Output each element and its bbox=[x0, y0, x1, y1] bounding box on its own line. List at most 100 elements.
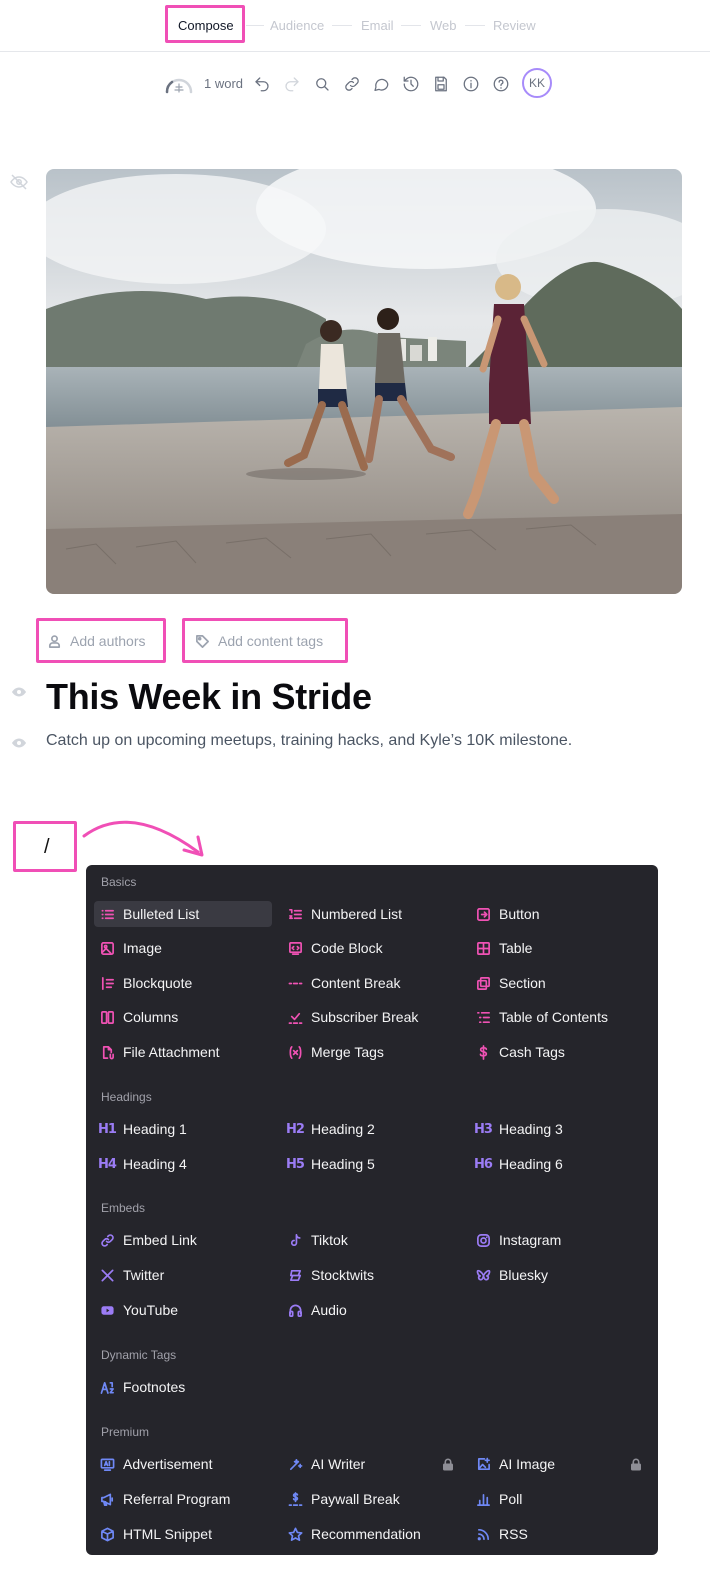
menu-item-file-attachment[interactable]: File Attachment bbox=[94, 1039, 220, 1065]
heading-3-icon: H3 bbox=[474, 1121, 493, 1137]
ai-image-icon bbox=[475, 1456, 491, 1472]
advertisement-icon bbox=[99, 1456, 115, 1472]
search-icon[interactable] bbox=[312, 74, 332, 94]
redo-icon[interactable] bbox=[282, 74, 302, 94]
menu-item-stocktwits[interactable]: Stocktwits bbox=[282, 1262, 374, 1288]
title-visibility-eye-icon[interactable] bbox=[11, 685, 27, 697]
menu-item-tiktok[interactable]: Tiktok bbox=[282, 1227, 348, 1253]
section-dynamic-tags: Dynamic Tags bbox=[101, 1348, 177, 1362]
poll-chart-icon bbox=[475, 1491, 491, 1507]
ai-writer-icon bbox=[287, 1456, 303, 1472]
menu-item-table[interactable]: Table bbox=[470, 935, 532, 961]
save-icon[interactable] bbox=[431, 74, 451, 94]
menu-item-subscriber-break[interactable]: Subscriber Break bbox=[282, 1004, 418, 1030]
megaphone-icon bbox=[99, 1491, 115, 1507]
youtube-icon bbox=[99, 1302, 115, 1318]
menu-item-heading-1[interactable]: H1 Heading 1 bbox=[94, 1116, 187, 1142]
link-icon bbox=[99, 1232, 115, 1248]
undo-icon[interactable] bbox=[252, 74, 272, 94]
footnotes-icon bbox=[99, 1379, 115, 1395]
menu-item-recommendation[interactable]: Recommendation bbox=[282, 1521, 421, 1547]
menu-item-twitter[interactable]: Twitter bbox=[94, 1262, 164, 1288]
heading-2-icon: H2 bbox=[286, 1121, 305, 1137]
menu-item-footnotes[interactable]: Footnotes bbox=[94, 1374, 185, 1400]
menu-item-rss[interactable]: RSS bbox=[470, 1521, 528, 1547]
button-icon bbox=[475, 906, 491, 922]
step-compose[interactable]: Compose bbox=[178, 18, 234, 33]
menu-item-numbered-list[interactable]: Numbered List bbox=[282, 901, 402, 927]
menu-item-referral-program[interactable]: Referral Program bbox=[94, 1486, 230, 1512]
help-icon[interactable] bbox=[491, 74, 511, 94]
rss-icon bbox=[475, 1526, 491, 1542]
step-divider bbox=[465, 25, 485, 26]
tag-icon bbox=[194, 633, 210, 649]
menu-item-audio[interactable]: Audio bbox=[282, 1297, 347, 1323]
link-icon[interactable] bbox=[342, 74, 362, 94]
menu-item-content-break[interactable]: Content Break bbox=[282, 970, 401, 996]
step-navigation: Compose Audience Email Web Review bbox=[0, 0, 710, 52]
subscriber-break-icon bbox=[287, 1009, 303, 1025]
menu-item-heading-3[interactable]: H3 Heading 3 bbox=[470, 1116, 563, 1142]
menu-item-heading-4[interactable]: H4 Heading 4 bbox=[94, 1151, 187, 1177]
menu-item-columns[interactable]: Columns bbox=[94, 1004, 178, 1030]
menu-item-code-block[interactable]: Code Block bbox=[282, 935, 383, 961]
menu-item-bulleted-list[interactable]: Bulleted List bbox=[94, 901, 272, 927]
headphones-icon bbox=[287, 1302, 303, 1318]
menu-item-heading-6[interactable]: H6 Heading 6 bbox=[470, 1151, 563, 1177]
image-icon bbox=[99, 940, 115, 956]
blockquote-icon bbox=[99, 975, 115, 991]
menu-item-html-snippet[interactable]: HTML Snippet bbox=[94, 1521, 212, 1547]
menu-item-embed-link[interactable]: Embed Link bbox=[94, 1227, 197, 1253]
menu-item-table-of-contents[interactable]: Table of Contents bbox=[470, 1004, 608, 1030]
step-email[interactable]: Email bbox=[361, 18, 394, 33]
section-icon bbox=[475, 975, 491, 991]
menu-item-poll[interactable]: Poll bbox=[470, 1486, 522, 1512]
step-divider bbox=[246, 25, 264, 26]
subtitle-visibility-eye-icon[interactable] bbox=[11, 736, 27, 748]
annotation-arrow-icon bbox=[82, 820, 204, 857]
avatar[interactable]: KK bbox=[522, 68, 552, 98]
menu-item-ai-image[interactable]: AI Image bbox=[470, 1451, 555, 1477]
menu-item-bluesky[interactable]: Bluesky bbox=[470, 1262, 548, 1288]
history-icon[interactable] bbox=[401, 74, 421, 94]
butterfly-icon bbox=[475, 1267, 491, 1283]
word-count-gauge-icon[interactable] bbox=[163, 70, 195, 98]
menu-item-ai-writer[interactable]: AI Writer bbox=[282, 1451, 365, 1477]
post-subtitle[interactable]: Catch up on upcoming meetups, training h… bbox=[46, 732, 572, 750]
menu-item-blockquote[interactable]: Blockquote bbox=[94, 970, 192, 996]
section-premium: Premium bbox=[101, 1425, 150, 1439]
table-of-contents-icon bbox=[475, 1009, 491, 1025]
menu-item-cash-tags[interactable]: Cash Tags bbox=[470, 1039, 565, 1065]
add-content-tags-button[interactable]: Add content tags bbox=[194, 622, 323, 660]
columns-icon bbox=[99, 1009, 115, 1025]
cube-icon bbox=[99, 1526, 115, 1542]
editor-toolbar: 1 word KK bbox=[0, 68, 710, 100]
slash-command-input[interactable]: / bbox=[44, 836, 50, 859]
menu-item-youtube[interactable]: YouTube bbox=[94, 1297, 178, 1323]
step-divider bbox=[401, 25, 421, 26]
star-icon bbox=[287, 1526, 303, 1542]
menu-item-paywall-break[interactable]: Paywall Break bbox=[282, 1486, 400, 1512]
menu-item-button[interactable]: Button bbox=[470, 901, 539, 927]
heading-6-icon: H6 bbox=[474, 1156, 493, 1172]
word-count: 1 word bbox=[204, 76, 244, 91]
menu-item-instagram[interactable]: Instagram bbox=[470, 1227, 561, 1253]
menu-item-section[interactable]: Section bbox=[470, 970, 546, 996]
menu-item-merge-tags[interactable]: Merge Tags bbox=[282, 1039, 384, 1065]
comment-icon[interactable] bbox=[371, 74, 391, 94]
hero-image[interactable] bbox=[46, 169, 682, 594]
add-authors-button[interactable]: Add authors bbox=[46, 622, 146, 660]
x-twitter-icon bbox=[99, 1267, 115, 1283]
step-web[interactable]: Web bbox=[430, 18, 457, 33]
step-audience[interactable]: Audience bbox=[270, 18, 324, 33]
step-review[interactable]: Review bbox=[493, 18, 536, 33]
menu-item-image[interactable]: Image bbox=[94, 935, 162, 961]
info-icon[interactable] bbox=[461, 74, 481, 94]
menu-item-heading-5[interactable]: H5 Heading 5 bbox=[282, 1151, 375, 1177]
section-basics: Basics bbox=[101, 875, 137, 889]
menu-item-advertisement[interactable]: Advertisement bbox=[94, 1451, 212, 1477]
post-title[interactable]: This Week in Stride bbox=[46, 676, 372, 718]
hide-image-eye-off-icon[interactable] bbox=[10, 174, 28, 190]
menu-item-heading-2[interactable]: H2 Heading 2 bbox=[282, 1116, 375, 1142]
lock-icon bbox=[442, 1458, 454, 1471]
